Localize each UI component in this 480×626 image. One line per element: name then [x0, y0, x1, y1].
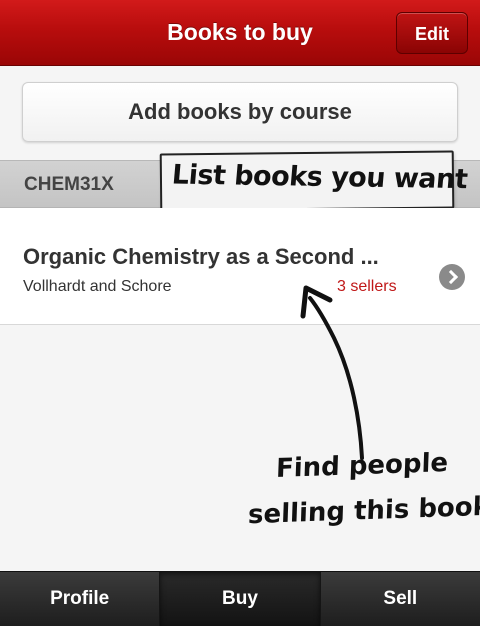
list-books-callout: List books you want — [159, 150, 469, 212]
book-list-item[interactable]: Organic Chemistry as a Second ... Vollha… — [0, 208, 480, 325]
add-books-by-course-button[interactable]: Add books by course — [22, 82, 458, 142]
edit-button[interactable]: Edit — [396, 12, 468, 54]
callout-text: List books you want — [170, 159, 469, 196]
tab-sell[interactable]: Sell — [319, 572, 480, 626]
annotation-text-line1: Find people — [275, 447, 449, 485]
navigation-bar: Books to buy Edit — [0, 0, 480, 66]
annotation-arrow — [300, 285, 364, 460]
tab-profile[interactable]: Profile — [0, 572, 159, 626]
course-code-label: CHEM31X — [24, 174, 114, 195]
book-title: Organic Chemistry as a Second ... — [23, 244, 379, 269]
chevron-right-circle-icon[interactable] — [439, 264, 465, 290]
tab-buy[interactable]: Buy — [159, 572, 320, 626]
tab-bar: Profile Buy Sell — [0, 571, 480, 626]
annotation-text-line2: selling this book — [247, 491, 480, 531]
book-author: Vollhardt and Schore — [23, 278, 172, 295]
